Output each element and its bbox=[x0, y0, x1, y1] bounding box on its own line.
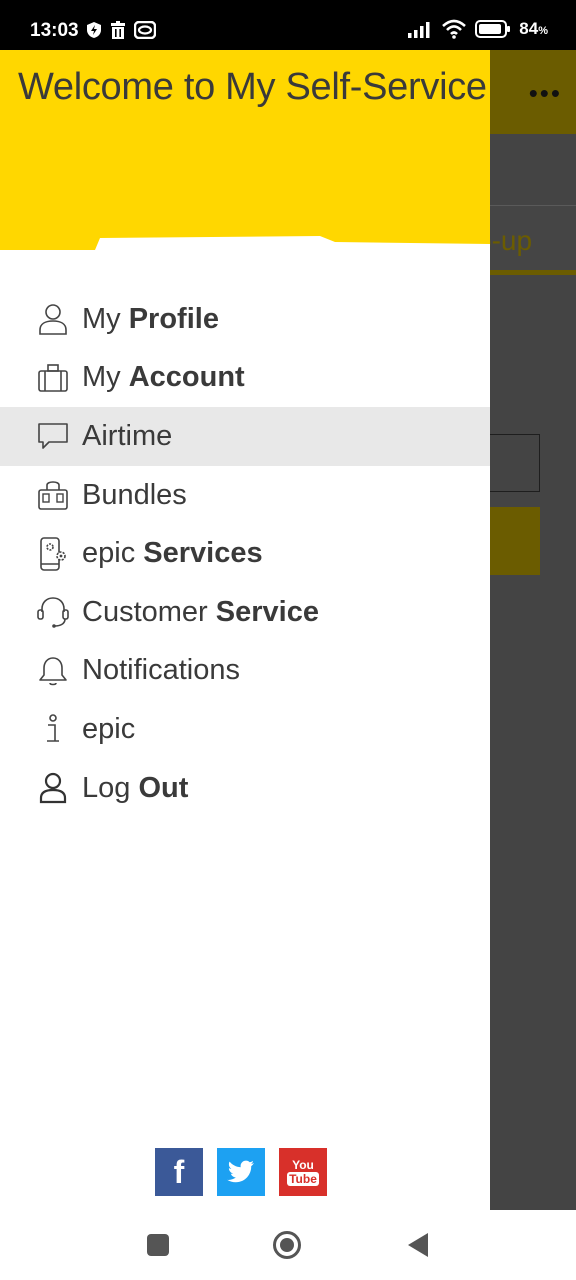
menu-label: Customer Service bbox=[82, 595, 319, 628]
info-icon bbox=[36, 712, 70, 746]
battery-level: 84% bbox=[519, 19, 548, 38]
social-links: f You Tube bbox=[155, 1148, 327, 1196]
youtube-button[interactable]: You Tube bbox=[279, 1148, 327, 1196]
drawer-menu: My Profile My Account Airtime Bundles ep bbox=[0, 290, 490, 817]
battery-icon bbox=[475, 20, 511, 38]
menu-label: My Profile bbox=[82, 302, 219, 335]
bell-icon bbox=[36, 654, 70, 688]
chat-bubble-icon bbox=[36, 419, 70, 453]
briefcase-icon bbox=[36, 361, 70, 395]
signal-icon bbox=[408, 22, 430, 38]
menu-item-my-profile[interactable]: My Profile bbox=[0, 290, 490, 349]
menu-label: Airtime bbox=[82, 419, 173, 452]
menu-label: Bundles bbox=[82, 478, 187, 511]
wifi-icon bbox=[442, 19, 467, 39]
menu-item-my-account[interactable]: My Account bbox=[0, 349, 490, 408]
menu-label: Log Out bbox=[82, 771, 189, 804]
headset-icon bbox=[36, 595, 70, 629]
recent-apps-button[interactable] bbox=[143, 1230, 173, 1260]
menu-item-notifications[interactable]: Notifications bbox=[0, 642, 490, 701]
status-right: 84% bbox=[407, 19, 548, 39]
menu-item-airtime[interactable]: Airtime bbox=[0, 407, 490, 466]
drawer-title: Welcome to My Self-Service bbox=[18, 66, 487, 108]
menu-label: epic bbox=[82, 712, 136, 745]
user-logout-icon bbox=[36, 771, 70, 805]
shield-bolt-icon bbox=[87, 22, 101, 38]
youtube-icon: You Tube bbox=[287, 1157, 319, 1186]
facebook-button[interactable]: f bbox=[155, 1148, 203, 1196]
status-bar: 13:03 84% bbox=[0, 0, 576, 50]
menu-label: Notifications bbox=[82, 654, 240, 687]
navigation-drawer: Welcome to My Self-Service My Profile My… bbox=[0, 50, 490, 1210]
menu-item-bundles[interactable]: Bundles bbox=[0, 466, 490, 525]
home-button[interactable] bbox=[272, 1230, 302, 1260]
trash-icon bbox=[111, 21, 125, 39]
user-outline-icon bbox=[36, 302, 70, 336]
phone-gear-icon bbox=[36, 536, 70, 571]
menu-label: epic Services bbox=[82, 537, 263, 570]
menu-label: My Account bbox=[82, 361, 245, 394]
app-notification-icon bbox=[134, 21, 156, 39]
facebook-icon: f bbox=[173, 1154, 185, 1190]
menu-item-log-out[interactable]: Log Out bbox=[0, 759, 490, 818]
drawer-header: Welcome to My Self-Service bbox=[0, 50, 490, 250]
system-nav-bar bbox=[0, 1210, 576, 1280]
menu-item-epic[interactable]: epic bbox=[0, 700, 490, 759]
twitter-button[interactable] bbox=[217, 1148, 265, 1196]
header-wave-divider bbox=[0, 236, 490, 250]
menu-item-epic-services[interactable]: epic Services bbox=[0, 524, 490, 583]
status-time: 13:03 bbox=[30, 20, 79, 41]
shopping-bag-icon bbox=[36, 478, 70, 512]
more-options-icon: ••• bbox=[528, 78, 562, 108]
status-left-icons bbox=[86, 21, 156, 39]
twitter-icon bbox=[227, 1160, 254, 1183]
back-button[interactable] bbox=[402, 1230, 432, 1260]
menu-item-customer-service[interactable]: Customer Service bbox=[0, 583, 490, 642]
